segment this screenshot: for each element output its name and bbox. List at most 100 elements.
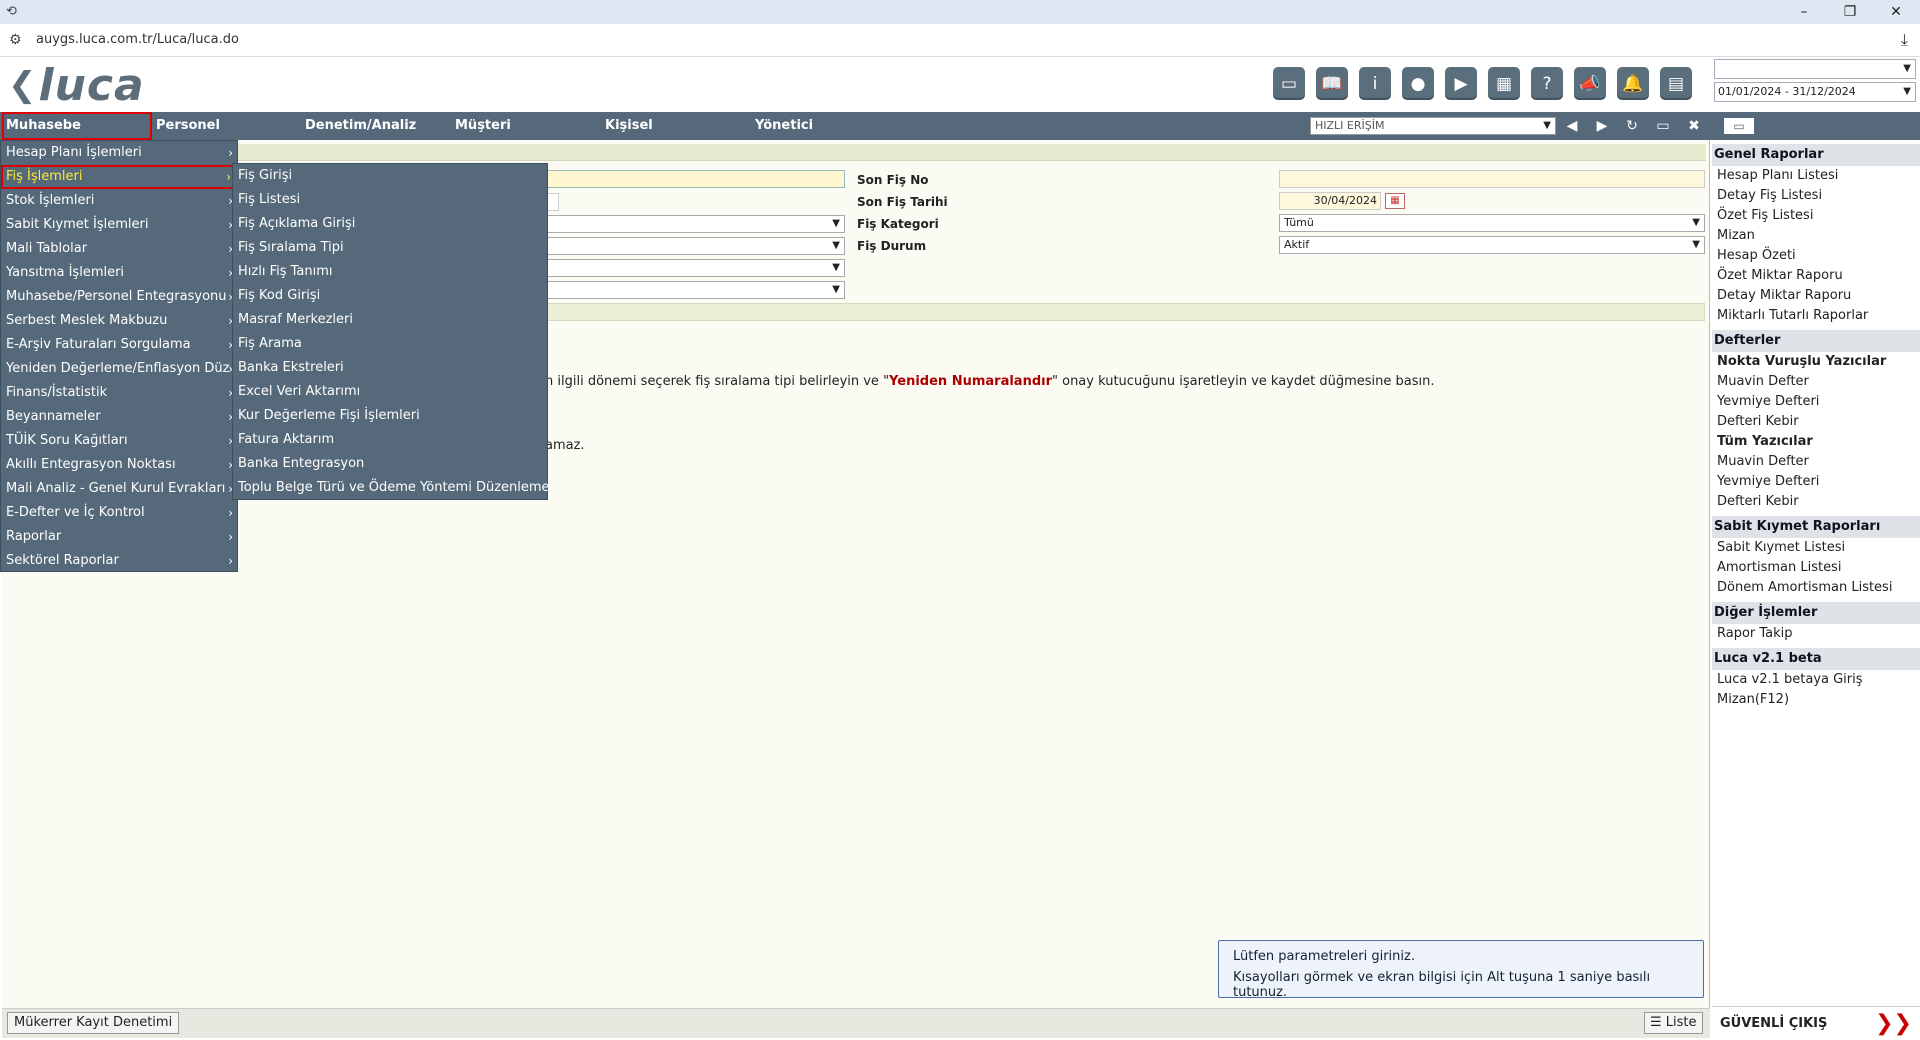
submenu-item-masraf-merkezleri[interactable]: Masraf Merkezleri — [233, 308, 547, 332]
menu-musteri[interactable]: Müşteri — [455, 112, 511, 140]
calculator-icon[interactable]: ▦ — [1488, 67, 1520, 100]
chevron-down-icon: ▼ — [1692, 239, 1700, 250]
report-link-muavin-defter[interactable]: Muavin Defter — [1712, 452, 1920, 472]
menu-item-sektorel-raporlar[interactable]: Sektörel Raporlar › — [1, 549, 237, 573]
notebook-icon[interactable]: ▤ — [1660, 67, 1692, 100]
company-select[interactable]: ▼ — [1714, 59, 1916, 79]
submenu-item-fis-kod-girisi[interactable]: Fiş Kod Girişi — [233, 284, 547, 308]
duplicate-check-button[interactable]: Mükerrer Kayıt Denetimi — [7, 1012, 180, 1034]
menu-item-finans-istatistik[interactable]: Finans/İstatistik › — [1, 381, 237, 405]
report-link-donem-amortisman-listesi[interactable]: Dönem Amortisman Listesi — [1712, 578, 1920, 598]
menu-item-yansitma-islemleri[interactable]: Yansıtma İşlemleri › — [1, 261, 237, 285]
submenu-item-fis-siralama-tipi[interactable]: Fiş Sıralama Tipi — [233, 236, 547, 260]
restore-icon[interactable]: ❐ — [1830, 1, 1870, 23]
form-select-1[interactable]: ▼ — [547, 215, 845, 233]
globe-icon[interactable]: ● — [1402, 67, 1434, 100]
menu-item-tuik-soru-kagitlari[interactable]: TÜİK Soru Kağıtları › — [1, 429, 237, 453]
menu-item-e-defter-ve-ic-kontrol[interactable]: E-Defter ve İç Kontrol › — [1, 501, 237, 525]
report-link-mizan-f12[interactable]: Mizan(F12) — [1712, 690, 1920, 710]
submenu-item-toplu-belge-turu-ve-odeme-yontemi-duzenleme[interactable]: Toplu Belge Türü ve Ödeme Yöntemi Düzenl… — [233, 476, 550, 500]
submenu-item-banka-entegrasyon[interactable]: Banka Entegrasyon — [233, 452, 547, 476]
report-link-amortisman-listesi[interactable]: Amortisman Listesi — [1712, 558, 1920, 578]
menu-denetim-analiz[interactable]: Denetim/Analiz — [305, 112, 416, 140]
report-link-sabit-kiymet-listesi[interactable]: Sabit Kıymet Listesi — [1712, 538, 1920, 558]
period-select[interactable]: 01/01/2024 - 31/12/2024 ▼ — [1714, 82, 1916, 102]
note-icon[interactable]: ▭ — [1273, 67, 1305, 100]
submenu-item-fis-arama[interactable]: Fiş Arama — [233, 332, 547, 356]
report-link-detay-fis-listesi[interactable]: Detay Fiş Listesi — [1712, 186, 1920, 206]
menu-item-sabit-kiymet-islemleri[interactable]: Sabit Kıymet İşlemleri › — [1, 213, 237, 237]
submenu-item-fis-listesi[interactable]: Fiş Listesi — [233, 188, 547, 212]
submenu-item-kur-degerleme-fisi-islemleri[interactable]: Kur Değerleme Fişi İşlemleri — [233, 404, 547, 428]
refresh-icon[interactable]: ↻ — [1622, 116, 1642, 136]
menu-item-e-arsiv-faturalari-sorgulama[interactable]: E-Arşiv Faturaları Sorgulama › — [1, 333, 237, 357]
report-link-yevmiye-defteri[interactable]: Yevmiye Defteri — [1712, 472, 1920, 492]
report-link-ozet-fis-listesi[interactable]: Özet Fiş Listesi — [1712, 206, 1920, 226]
menu-item-stok-islemleri[interactable]: Stok İşlemleri › — [1, 189, 237, 213]
report-link-defteri-kebir[interactable]: Defteri Kebir — [1712, 492, 1920, 512]
menu-item-yeniden-degerleme-enflasyon-duz[interactable]: Yeniden Değerleme/Enflasyon Düz › — [1, 357, 237, 381]
chevron-down-icon: ▼ — [832, 240, 840, 251]
download-icon[interactable]: ⤓ — [1901, 30, 1908, 50]
youtube-icon[interactable]: ▶ — [1445, 67, 1477, 100]
forward-icon[interactable]: ▶ — [1592, 116, 1612, 136]
close-icon[interactable]: ✕ — [1876, 1, 1916, 23]
url-text[interactable]: auygs.luca.com.tr/Luca/luca.do — [36, 32, 239, 47]
menu-yonetici[interactable]: Yönetici — [755, 112, 813, 140]
report-link-defteri-kebir[interactable]: Defteri Kebir — [1712, 412, 1920, 432]
form-select-3[interactable]: ▼ — [547, 259, 845, 277]
maximize-icon[interactable]: ▭ — [1653, 116, 1673, 136]
fis-kategori-select[interactable]: Tümü ▼ — [1279, 214, 1705, 232]
book-icon[interactable]: 📖 — [1316, 67, 1348, 100]
submenu-item-hizli-fis-tanimi[interactable]: Hızlı Fiş Tanımı — [233, 260, 547, 284]
report-link-hesap-ozeti[interactable]: Hesap Özeti — [1712, 246, 1920, 266]
minimize-icon[interactable]: – — [1784, 1, 1824, 23]
menu-kisisel[interactable]: Kişisel — [605, 112, 653, 140]
calendar-icon[interactable]: ▦ — [1385, 193, 1405, 209]
megaphone-icon[interactable]: 📣 — [1574, 67, 1606, 100]
luca-logo[interactable]: ❮ luca — [8, 60, 145, 111]
menu-item-beyannameler[interactable]: Beyannameler › — [1, 405, 237, 429]
fis-input-highlighted[interactable] — [547, 170, 845, 188]
menu-item-mali-analiz-genel-kurul-evraklari[interactable]: Mali Analiz - Genel Kurul Evrakları › — [1, 477, 237, 501]
menu-item-raporlar[interactable]: Raporlar › — [1, 525, 237, 549]
panel-toggle-icon[interactable]: ▭ — [1724, 118, 1754, 134]
menu-item-fis-islemleri[interactable]: Fiş İşlemleri › — [1, 165, 237, 189]
close-tab-icon[interactable]: ✖ — [1684, 116, 1704, 136]
report-link-muavin-defter[interactable]: Muavin Defter — [1712, 372, 1920, 392]
list-button[interactable]: ☰ Liste — [1644, 1012, 1703, 1034]
info-icon[interactable]: i — [1359, 67, 1391, 100]
submenu-item-excel-veri-aktarimi[interactable]: Excel Veri Aktarımı — [233, 380, 547, 404]
menu-item-akilli-entegrasyon-noktasi[interactable]: Akıllı Entegrasyon Noktası › — [1, 453, 237, 477]
report-link-mizan[interactable]: Mizan — [1712, 226, 1920, 246]
menu-muhasebe[interactable]: Muhasebe — [2, 112, 152, 140]
submenu-item-fis-aciklama-girisi[interactable]: Fiş Açıklama Girişi — [233, 212, 547, 236]
form-select-4[interactable]: ▼ — [547, 281, 845, 299]
menu-item-mali-tablolar[interactable]: Mali Tablolar › — [1, 237, 237, 261]
menu-item-serbest-meslek-makbuzu[interactable]: Serbest Meslek Makbuzu › — [1, 309, 237, 333]
report-link-hesap-plani-listesi[interactable]: Hesap Planı Listesi — [1712, 166, 1920, 186]
help-icon[interactable]: ? — [1531, 67, 1563, 100]
form-select-2[interactable]: ▼ — [547, 237, 845, 255]
logout-button[interactable]: GÜVENLİ ÇIKIŞ ❯❯ — [1712, 1006, 1920, 1040]
app-icon: ⟲ — [6, 4, 17, 19]
menu-personel[interactable]: Personel — [156, 112, 220, 140]
fis-durum-select[interactable]: Aktif ▼ — [1279, 236, 1705, 254]
report-link-ozet-miktar-raporu[interactable]: Özet Miktar Raporu — [1712, 266, 1920, 286]
report-link-detay-miktar-raporu[interactable]: Detay Miktar Raporu — [1712, 286, 1920, 306]
report-link-miktarli-tutarli-raporlar[interactable]: Miktarlı Tutarlı Raporlar — [1712, 306, 1920, 326]
info-line-1: Lütfen parametreleri giriniz. — [1233, 949, 1415, 964]
quick-access-select[interactable]: HIZLI ERİŞİM ▼ — [1310, 117, 1556, 135]
bell-icon[interactable]: 🔔 — [1617, 67, 1649, 100]
calendar-partial-icon[interactable] — [547, 193, 559, 211]
menu-item-hesap-plani-islemleri[interactable]: Hesap Planı İşlemleri › — [1, 141, 237, 165]
submenu-item-fatura-aktarim[interactable]: Fatura Aktarım — [233, 428, 547, 452]
report-link-yevmiye-defteri[interactable]: Yevmiye Defteri — [1712, 392, 1920, 412]
submenu-item-fis-girisi[interactable]: Fiş Girişi — [233, 164, 547, 188]
site-settings-icon[interactable]: ⚙ — [9, 32, 22, 48]
back-icon[interactable]: ◀ — [1562, 116, 1582, 136]
menu-item-muhasebe-personel-entegrasyonu[interactable]: Muhasebe/Personel Entegrasyonu › — [1, 285, 237, 309]
report-link-rapor-takip[interactable]: Rapor Takip — [1712, 624, 1920, 644]
report-link-luca-v2-1-betaya-giris[interactable]: Luca v2.1 betaya Giriş — [1712, 670, 1920, 690]
submenu-item-banka-ekstreleri[interactable]: Banka Ekstreleri — [233, 356, 547, 380]
